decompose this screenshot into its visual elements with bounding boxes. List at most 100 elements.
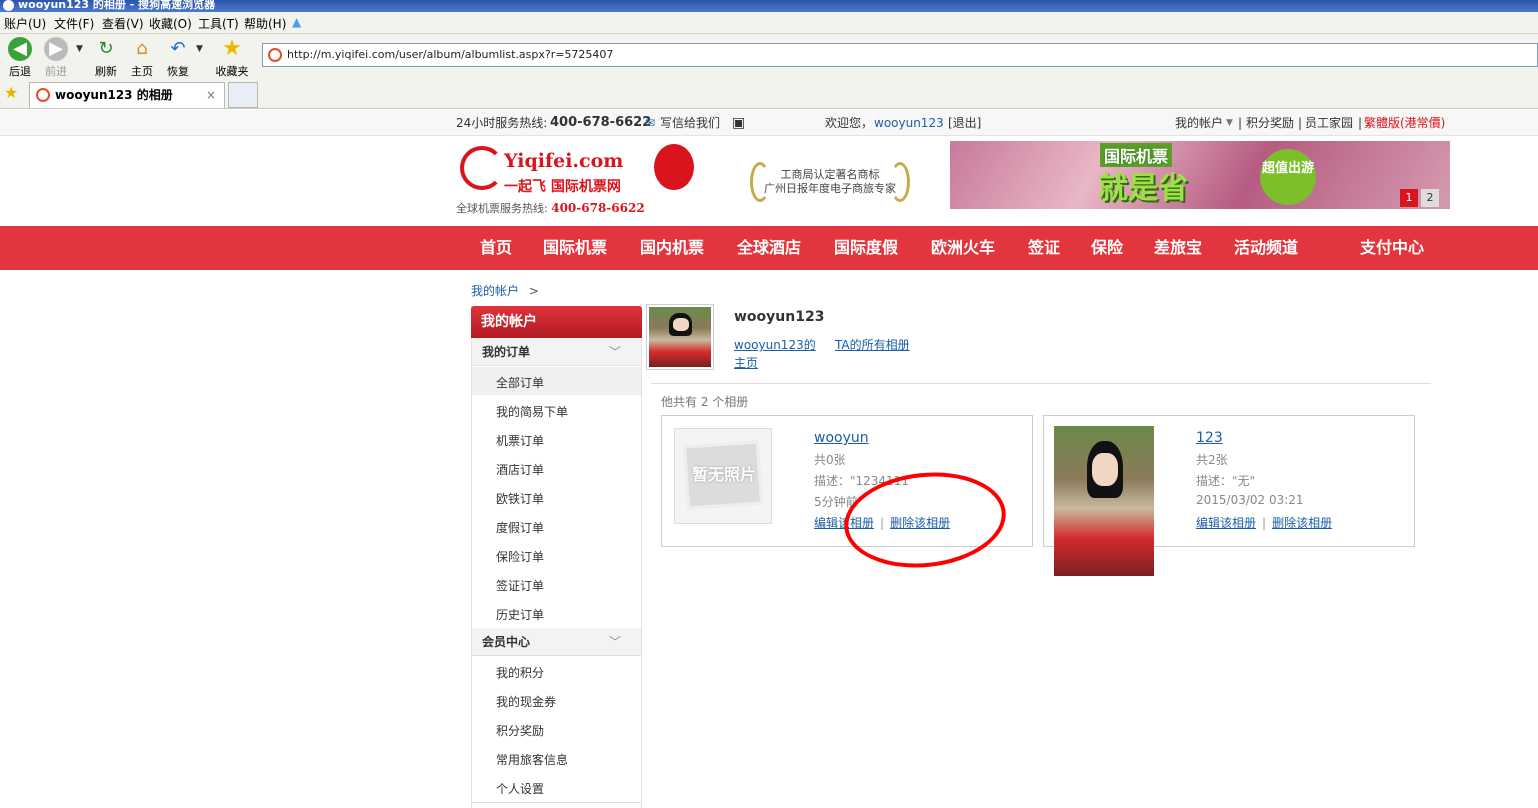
sidebar-item-quick-order[interactable]: 我的简易下单	[496, 403, 568, 420]
url-text: http://m.yiqifei.com/user/album/albumlis…	[287, 48, 614, 61]
star-icon: ★	[222, 36, 242, 61]
sidebar-item-visa-orders[interactable]: 签证订单	[496, 577, 544, 594]
album-cover[interactable]	[1054, 426, 1154, 576]
sidebar-item-all-orders[interactable]: 全部订单	[496, 374, 544, 391]
address-bar[interactable]: http://m.yiqifei.com/user/album/albumlis…	[262, 43, 1538, 67]
nav-insurance[interactable]: 保险	[1091, 226, 1123, 270]
site-logo[interactable]: Yiqifei.com 一起飞 国际机票网 全球机票服务热线: 400-678-…	[456, 140, 720, 216]
banner-badge: 超值出游	[1260, 149, 1316, 205]
menu-tools[interactable]: 工具(T)	[198, 15, 239, 32]
forward-button[interactable]: ▶ 前进	[36, 37, 76, 79]
menu-account[interactable]: 账户(U)	[4, 15, 46, 32]
menu-favorites[interactable]: 收藏(O)	[149, 15, 192, 32]
new-tab-button[interactable]	[228, 82, 258, 108]
favorites-star-icon[interactable]: ★	[4, 83, 18, 102]
restore-dropdown-icon[interactable]: ▼	[196, 44, 203, 54]
menu-help[interactable]: 帮助(H)	[244, 15, 286, 32]
global-hotline-label: 全球机票服务热线:	[456, 202, 548, 215]
award-line2: 广州日报年度电子商旅专家	[764, 182, 896, 195]
sidebar-item-rail-orders[interactable]: 欧铁订单	[496, 490, 544, 507]
forward-dropdown-icon[interactable]: ▼	[76, 44, 83, 54]
menu-file[interactable]: 文件(F)	[54, 15, 94, 32]
sidebar-item-history-orders[interactable]: 历史订单	[496, 606, 544, 623]
edit-album-link[interactable]: 编辑该相册	[1196, 516, 1256, 530]
nav-hotels[interactable]: 全球酒店	[737, 226, 801, 270]
all-albums-link[interactable]: TA的所有相册	[835, 336, 910, 353]
qrcode-icon[interactable]: ▣	[732, 110, 745, 136]
sidebar-item-travelers[interactable]: 常用旅客信息	[496, 751, 568, 768]
avatar[interactable]	[646, 304, 714, 370]
logout-link[interactable]: [退出]	[948, 110, 981, 136]
sidebar-item-flight-orders[interactable]: 机票订单	[496, 432, 544, 449]
sidebar-section-orders[interactable]: 我的订单 ﹀	[472, 338, 641, 366]
sidebar-item-rewards[interactable]: 积分奖励	[496, 722, 544, 739]
tab-active[interactable]: wooyun123 的相册 ×	[29, 82, 225, 108]
username-link[interactable]: wooyun123	[874, 110, 944, 136]
home-button[interactable]: ⌂ 主页	[122, 37, 162, 79]
logo-subtitle: 一起飞 国际机票网	[504, 179, 621, 195]
points-link[interactable]: 积分奖励	[1246, 110, 1294, 136]
section-orders-label: 我的订单	[482, 345, 531, 359]
restore-button[interactable]: ↶ 恢复	[158, 37, 198, 79]
breadcrumb: 我的帐户 >	[471, 282, 539, 299]
chevron-down-icon: ﹀	[608, 345, 621, 359]
sidebar-item-hotel-orders[interactable]: 酒店订单	[496, 461, 544, 478]
avatar-photo	[649, 307, 711, 367]
album-photo-count: 共0张	[814, 453, 846, 467]
banner-page-1[interactable]: 1	[1400, 189, 1418, 207]
sidebar-item-coupons[interactable]: 我的现金券	[496, 693, 556, 710]
main-nav: 首页 国际机票 国内机票 全球酒店 国际度假 欧洲火车 签证 保险 差旅宝 活动…	[0, 226, 1538, 270]
close-tab-icon[interactable]: ×	[206, 83, 216, 107]
nav-events[interactable]: 活动频道	[1234, 226, 1298, 270]
traditional-link[interactable]: 繁體版(港常價)	[1364, 110, 1445, 136]
favorites-label: 收藏夹	[215, 65, 249, 78]
sidebar-item-points[interactable]: 我的积分	[496, 664, 544, 681]
delete-album-link[interactable]: 删除该相册	[1272, 516, 1332, 530]
album-count: 他共有 2 个相册	[661, 395, 749, 409]
nav-payment[interactable]: 支付中心	[1360, 226, 1424, 270]
menu-view[interactable]: 查看(V)	[102, 15, 144, 32]
mail-link[interactable]: 写信给我们	[660, 110, 720, 136]
sidebar-section-member[interactable]: 会员中心 ﹀	[472, 628, 641, 656]
album-title-link[interactable]: 123	[1196, 430, 1223, 446]
forward-label: 前进	[45, 65, 67, 78]
divider	[651, 383, 1431, 384]
my-account-menu[interactable]: 我的帐户	[1175, 110, 1223, 136]
banner-page-2[interactable]: 2	[1421, 189, 1439, 207]
site-favicon-icon	[268, 48, 282, 62]
welcome-text: 欢迎您，	[825, 116, 874, 130]
breadcrumb-account[interactable]: 我的帐户	[471, 284, 519, 298]
chevron-down-icon[interactable]: ▼	[1226, 110, 1233, 136]
album-actions: 编辑该相册 | 删除该相册	[1196, 514, 1332, 531]
album-title-link[interactable]: wooyun	[814, 430, 869, 446]
sidebar-item-insurance-orders[interactable]: 保险订单	[496, 548, 544, 565]
promo-banner[interactable]: 国际机票 就是省 超值出游 1 2	[950, 141, 1450, 209]
back-button[interactable]: ◀ 后退	[0, 37, 40, 79]
divider	[472, 802, 641, 803]
browser-logo-icon	[3, 0, 14, 11]
section-member-label: 会员中心	[482, 635, 531, 649]
sidebar-item-holiday-orders[interactable]: 度假订单	[496, 519, 544, 536]
divider: |	[1262, 516, 1267, 530]
album-photo-count: 共2张	[1196, 453, 1228, 467]
album-cover-placeholder[interactable]: 暂无照片	[674, 428, 772, 524]
shirt-icon[interactable]: ▲	[292, 15, 301, 29]
nav-visa[interactable]: 签证	[1028, 226, 1060, 270]
window-title-bar: wooyun123 的相册 - 搜狗高速浏览器	[0, 0, 1538, 12]
tab-favicon-icon	[36, 88, 50, 102]
album-description: 描述："无"	[1196, 474, 1256, 488]
nav-travel-treasure[interactable]: 差旅宝	[1154, 226, 1202, 270]
breadcrumb-separator: >	[528, 284, 539, 298]
nav-holidays[interactable]: 国际度假	[834, 226, 898, 270]
staff-link[interactable]: 员工家园	[1305, 110, 1353, 136]
nav-europe-rail[interactable]: 欧洲火车	[931, 226, 995, 270]
nav-intl-flights[interactable]: 国际机票	[543, 226, 607, 270]
favorites-button[interactable]: ★ 收藏夹	[212, 37, 252, 79]
nav-home[interactable]: 首页	[480, 226, 512, 270]
global-hotline: 全球机票服务热线: 400-678-6622	[456, 200, 645, 216]
global-hotline-number: 400-678-6622	[551, 201, 645, 215]
sidebar-item-settings[interactable]: 个人设置	[496, 780, 544, 797]
user-home-link[interactable]: wooyun123的主页	[734, 336, 826, 372]
refresh-button[interactable]: ↻ 刷新	[86, 37, 126, 79]
nav-domestic-flights[interactable]: 国内机票	[640, 226, 704, 270]
